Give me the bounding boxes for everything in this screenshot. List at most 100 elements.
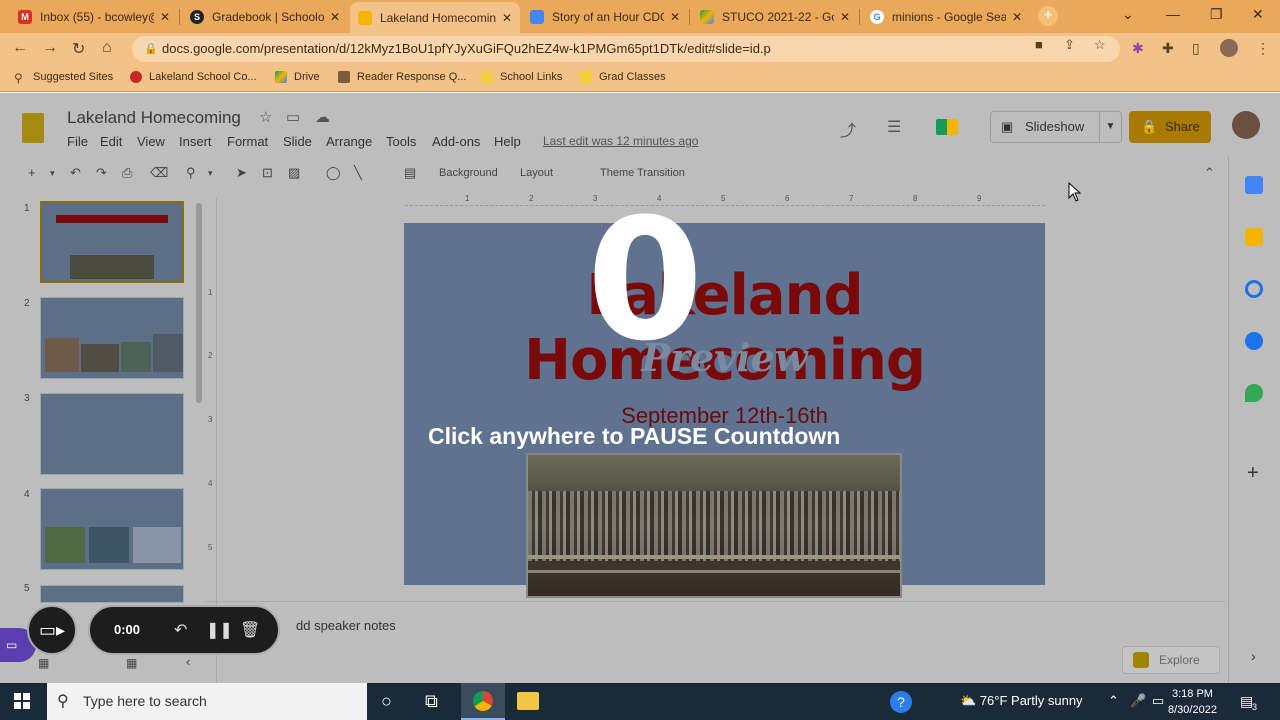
star-icon[interactable]: ☆ [259,108,272,126]
meet-icon[interactable] [936,119,958,135]
comments-icon[interactable]: ☰ [887,117,901,137]
redo-icon[interactable]: ↷ [96,165,107,181]
slide-thumbnail-4[interactable] [40,488,184,570]
lock-icon[interactable]: 🔒 [144,36,158,62]
calendar-icon[interactable] [1245,176,1263,194]
bookmark-drive[interactable]: Drive [275,71,320,83]
slide-thumbnail-1[interactable] [40,201,184,283]
menu-view[interactable]: View [137,134,165,149]
tab-lakeland-homecoming[interactable]: Lakeland Homecomin ✕ [350,2,520,33]
maps-icon[interactable] [1245,384,1263,402]
menu-arrange[interactable]: Arrange [326,134,372,149]
share-page-icon[interactable]: ⇪ [1064,37,1075,53]
chrome-menu-icon[interactable]: ⋮ [1256,40,1270,57]
menu-add-ons[interactable]: Add-ons [432,134,480,149]
line-icon[interactable]: ╲ [354,165,362,181]
bookmark-grad-classes[interactable]: Grad Classes [580,71,666,83]
extensions-puzzle-icon[interactable]: ✚ [1162,40,1174,57]
print-icon[interactable]: ⎙ [122,165,132,181]
reload-icon[interactable]: ↻ [72,39,85,59]
restart-icon[interactable]: ↶ [174,620,187,640]
battery-icon[interactable]: ▭ [1152,693,1164,709]
zoom-icon[interactable]: ⚲ [186,165,196,181]
document-title[interactable]: Lakeland Homecoming [67,108,241,128]
tab-minions-search[interactable]: G minions - Google Sea ✕ [862,3,1030,31]
tab-search-chevron-icon[interactable]: ⌄ [1122,6,1134,23]
select-icon[interactable]: ➤ [236,165,247,181]
slide-thumbnail-5[interactable] [40,585,184,603]
grid-view-icon[interactable]: ▦ [38,656,49,670]
slide-thumbnail-2[interactable] [40,297,184,379]
activity-trend-icon[interactable]: ⤴ [840,117,856,141]
bookmark-school-links[interactable]: School Links [481,71,562,83]
show-hidden-icons-icon[interactable]: ⌃ [1108,693,1119,709]
new-slide-dropdown-icon[interactable]: ▾ [50,168,55,179]
help-icon[interactable]: ? [890,691,912,713]
extension-color-icon[interactable]: ✱ [1132,40,1144,57]
notes-divider[interactable] [205,601,1225,602]
tab-close-icon[interactable]: ✕ [160,10,170,24]
menu-file[interactable]: File [67,134,88,149]
undo-icon[interactable]: ↶ [70,165,81,181]
system-clock[interactable]: 3:18 PM 8/30/2022 [1168,686,1217,718]
comment-add-icon[interactable]: ▤ [404,165,416,181]
tab-story-of-an-hour[interactable]: Story of an Hour CDC ✕ [522,3,688,31]
filmstrip-scrollbar[interactable] [196,203,202,403]
tasks-icon[interactable] [1245,280,1263,298]
collapse-toolbar-icon[interactable]: ⌃ [1204,165,1215,181]
bookmark-star-icon[interactable]: ☆ [1094,37,1106,53]
home-icon[interactable]: ⌂ [102,39,112,57]
minimize-icon[interactable]: — [1166,6,1180,22]
transition-button[interactable]: Transition [637,167,685,179]
zoom-dropdown-icon[interactable]: ▾ [208,168,213,179]
trash-icon[interactable]: 🗑 [240,620,260,640]
tab-stuco[interactable]: STUCO 2021-22 - Goc ✕ [692,3,858,31]
recorder-camera-button[interactable]: ▭▸ [27,605,77,655]
last-edit-link[interactable]: Last edit was 12 minutes ago [543,134,698,148]
share-button[interactable]: 🔒 Share [1129,111,1211,143]
camera-icon[interactable]: ■ [1035,37,1043,52]
keep-icon[interactable] [1245,228,1263,246]
tab-close-icon[interactable]: ✕ [1012,10,1022,24]
slides-logo-icon[interactable] [22,113,44,143]
address-bar[interactable]: 🔒 docs.google.com/presentation/d/12kMyz1… [132,36,1120,62]
back-icon[interactable]: ← [12,39,28,57]
collapse-filmstrip-icon[interactable]: ‹ [186,654,190,669]
taskbar-search-box[interactable]: ⚲ Type here to search [47,683,367,720]
menu-edit[interactable]: Edit [100,134,122,149]
taskbar-chrome-active[interactable] [461,683,505,720]
slide-crowd-photo[interactable] [526,453,902,598]
paint-format-icon[interactable]: ⌫ [150,165,168,181]
explore-button[interactable]: Explore [1122,646,1220,674]
menu-slide[interactable]: Slide [283,134,312,149]
menu-insert[interactable]: Insert [179,134,212,149]
close-window-icon[interactable]: ✕ [1252,6,1264,23]
menu-tools[interactable]: Tools [386,134,416,149]
countdown-number[interactable]: 0 [560,185,730,375]
pause-countdown-message[interactable]: Click anywhere to PAUSE Countdown [428,423,840,450]
bookmark-suggested-sites[interactable]: ⚲ Suggested Sites [14,71,113,85]
microphone-icon[interactable]: 🎤 [1130,693,1146,709]
theme-button[interactable]: Theme [600,167,634,179]
hide-panel-icon[interactable]: › [1251,648,1256,664]
contacts-icon[interactable] [1245,332,1263,350]
tab-close-icon[interactable]: ✕ [670,10,680,24]
windows-start-icon[interactable] [14,693,30,709]
layout-button[interactable]: Layout [520,167,553,179]
tab-close-icon[interactable]: ✕ [330,10,340,24]
background-button[interactable]: Background [439,167,498,179]
tab-close-icon[interactable]: ✕ [840,10,850,24]
menu-help[interactable]: Help [494,134,521,149]
speaker-notes-field[interactable]: dd speaker notes [296,618,396,633]
restore-icon[interactable]: ❐ [1210,6,1223,23]
move-folder-icon[interactable]: ▭ [286,108,300,126]
text-box-icon[interactable]: ⊡ [262,165,273,181]
side-panel-icon[interactable]: ▯ [1192,40,1200,57]
image-icon[interactable]: ▨ [288,165,300,181]
bookmark-reader-response[interactable]: Reader Response Q... [338,71,466,83]
filmstrip-view-icon[interactable]: ▦ [126,656,137,670]
profile-avatar[interactable] [1220,39,1238,57]
new-tab-button[interactable]: + [1038,6,1058,26]
add-addon-icon[interactable]: + [1247,462,1259,485]
slideshow-dropdown-icon[interactable]: ▼ [1099,112,1121,142]
